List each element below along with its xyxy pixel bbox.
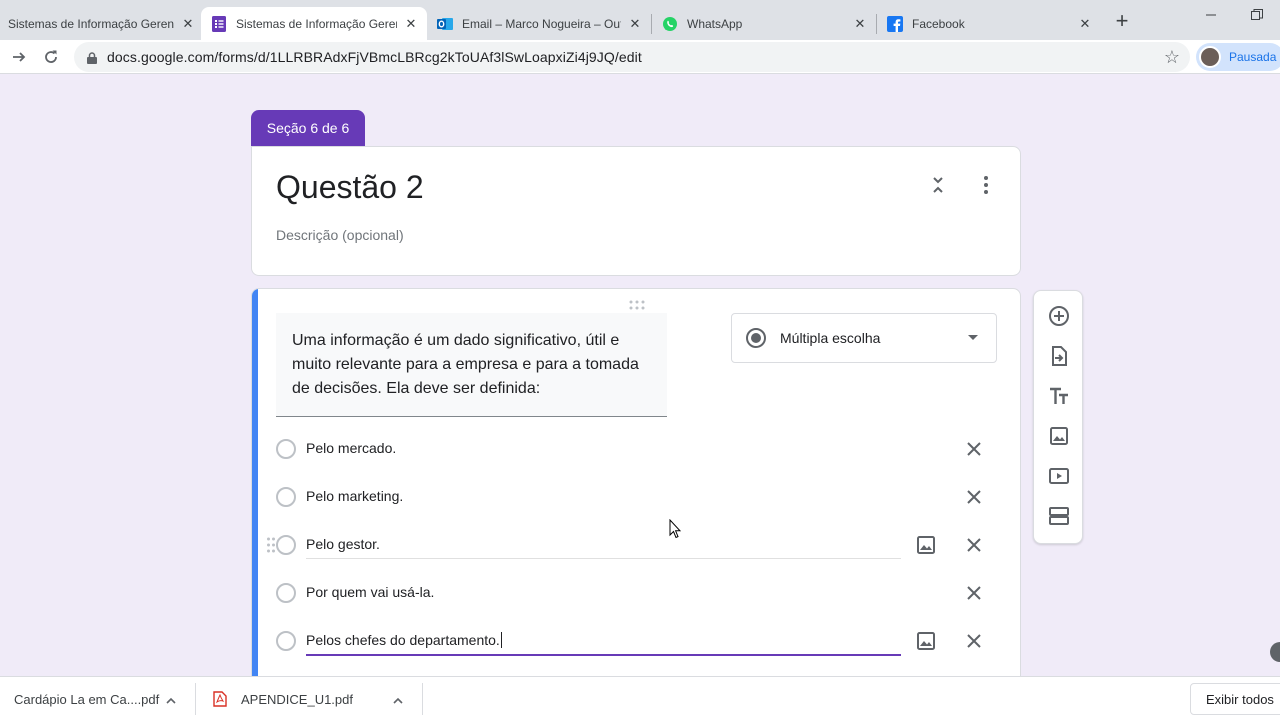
tab-close-icon[interactable]: ✕	[403, 16, 419, 32]
download-filename: APENDICE_U1.pdf	[241, 691, 353, 707]
tab-sig-1[interactable]: Sistemas de Informação Gerenciais ✕	[0, 7, 204, 40]
facebook-icon	[887, 15, 903, 32]
browser-tab-strip: Sistemas de Informação Gerenciais ✕ Sist…	[0, 0, 1280, 40]
browser-toolbar: docs.google.com/forms/d/1LLRBRAdxFjVBmcL…	[0, 40, 1280, 74]
option-row-focused[interactable]: Pelos chefes do departamento.	[266, 621, 1006, 661]
text-caret	[500, 632, 502, 648]
tab-close-icon[interactable]: ✕	[627, 16, 643, 32]
section-title[interactable]: Questão 2	[276, 169, 424, 206]
restore-icon[interactable]	[1234, 0, 1280, 30]
help-icon[interactable]	[1270, 642, 1280, 662]
more-vert-icon[interactable]	[974, 173, 998, 197]
add-question-icon[interactable]	[1047, 304, 1071, 328]
add-title-icon[interactable]	[1047, 384, 1071, 408]
download-item[interactable]: Cardápio La em Ca....pdf	[14, 677, 184, 720]
option-row[interactable]: Pelo mercado.	[266, 429, 1006, 469]
download-filename: Cardápio La em Ca....pdf	[14, 691, 160, 707]
add-image-icon[interactable]	[1047, 424, 1071, 448]
tab-facebook[interactable]: Facebook ✕	[877, 7, 1101, 40]
bookmark-star-icon[interactable]: ☆	[1164, 47, 1180, 68]
outlook-icon	[437, 16, 453, 32]
drag-handle-icon[interactable]	[628, 297, 646, 310]
option-label[interactable]: Pelo marketing.	[306, 488, 403, 504]
option-label[interactable]: Pelo gestor.	[306, 536, 380, 552]
close-icon[interactable]	[962, 485, 986, 509]
address-bar[interactable]: docs.google.com/forms/d/1LLRBRAdxFjVBmcL…	[74, 42, 1190, 72]
option-label[interactable]: Pelo mercado.	[306, 440, 396, 456]
question-title-field[interactable]: Uma informação é um dado significativo, …	[276, 313, 667, 417]
option-underline	[306, 558, 901, 559]
option-radio	[276, 439, 296, 459]
download-separator	[422, 683, 423, 715]
radio-button-icon	[746, 328, 766, 348]
new-tab-button[interactable]: +	[1108, 7, 1136, 35]
question-type-select[interactable]: Múltipla escolha	[731, 313, 997, 363]
tab-title: Sistemas de Informação Gerenciais	[236, 16, 397, 31]
tab-sig-2-active[interactable]: Sistemas de Informação Gerenciais ✕	[201, 7, 427, 40]
section-tag: Seção 6 de 6	[251, 110, 365, 146]
download-shelf: Cardápio La em Ca....pdf APENDICE_U1.pdf…	[0, 676, 1280, 720]
tab-title: Email – Marco Nogueira – Outlook	[462, 16, 621, 31]
chevron-up-icon[interactable]	[393, 694, 403, 704]
avatar	[1199, 46, 1221, 68]
image-icon[interactable]	[914, 629, 938, 653]
tab-title: Sistemas de Informação Gerenciais	[8, 16, 174, 31]
add-video-icon[interactable]	[1047, 464, 1071, 488]
add-section-icon[interactable]	[1047, 504, 1071, 528]
whatsapp-icon	[662, 16, 678, 32]
tab-close-icon[interactable]: ✕	[1077, 16, 1093, 32]
tab-title: WhatsApp	[687, 16, 743, 31]
drag-grip-icon[interactable]	[266, 536, 276, 554]
close-icon[interactable]	[962, 437, 986, 461]
pdf-file-icon	[213, 691, 227, 707]
profile-button[interactable]: Pausada	[1196, 43, 1280, 71]
download-item[interactable]: APENDICE_U1.pdf	[213, 677, 409, 720]
close-icon[interactable]	[962, 533, 986, 557]
image-icon[interactable]	[914, 533, 938, 557]
question-type-label: Múltipla escolha	[780, 330, 881, 346]
show-all-downloads-button[interactable]: Exibir todos	[1190, 683, 1280, 715]
import-questions-icon[interactable]	[1047, 344, 1071, 368]
minimize-icon[interactable]	[1188, 0, 1234, 30]
tab-outlook[interactable]: Email – Marco Nogueira – Outlook ✕	[427, 7, 651, 40]
option-radio	[276, 535, 296, 555]
reload-icon[interactable]	[37, 43, 65, 71]
option-row[interactable]: Pelo marketing.	[266, 477, 1006, 517]
option-label: Pelos chefes do departamento.	[306, 632, 500, 648]
profile-label: Pausada	[1229, 50, 1277, 64]
option-row-hovered[interactable]: Pelo gestor.	[266, 525, 1006, 565]
download-separator	[195, 683, 196, 715]
dropdown-arrow-icon	[968, 335, 978, 340]
mouse-cursor-icon	[669, 518, 682, 539]
url-text: docs.google.com/forms/d/1LLRBRAdxFjVBmcL…	[107, 49, 642, 65]
question-accent-bar	[252, 289, 258, 687]
option-label[interactable]: Por quem vai usá-la.	[306, 584, 434, 600]
section-description-field[interactable]: Descrição (opcional)	[276, 227, 404, 243]
tab-whatsapp[interactable]: WhatsApp ✕	[652, 7, 876, 40]
tab-title: Facebook	[912, 16, 965, 31]
forms-icon	[211, 15, 227, 32]
section-header-card[interactable]: Questão 2 Descrição (opcional)	[251, 146, 1021, 276]
option-input[interactable]: Pelos chefes do departamento.	[306, 632, 502, 648]
forward-icon[interactable]	[5, 43, 33, 71]
side-toolbar	[1033, 290, 1083, 544]
chevron-up-icon[interactable]	[166, 694, 176, 704]
option-radio	[276, 583, 296, 603]
option-radio	[276, 487, 296, 507]
close-icon[interactable]	[962, 581, 986, 605]
collapse-section-icon[interactable]	[926, 173, 950, 197]
lock-icon	[87, 51, 97, 64]
option-row[interactable]: Por quem vai usá-la.	[266, 573, 1006, 613]
option-radio	[276, 631, 296, 651]
option-underline-focused	[306, 654, 901, 656]
tab-close-icon[interactable]: ✕	[180, 16, 196, 32]
close-icon[interactable]	[962, 629, 986, 653]
tab-close-icon[interactable]: ✕	[852, 16, 868, 32]
question-card[interactable]: Uma informação é um dado significativo, …	[251, 288, 1021, 688]
